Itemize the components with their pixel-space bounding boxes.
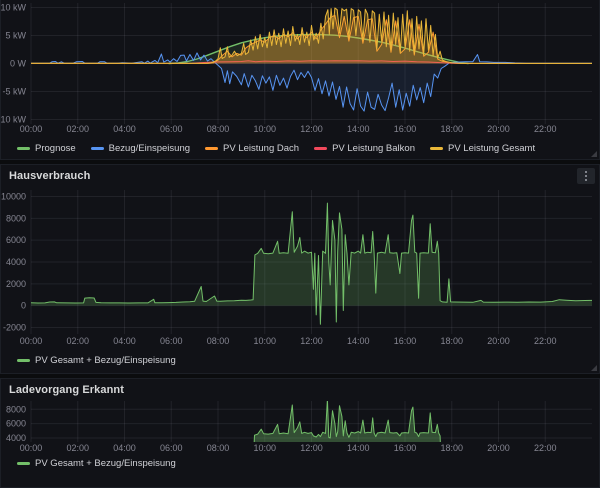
panel-title-ladevorgang[interactable]: Ladevorgang Erkannt <box>9 384 124 396</box>
y-axis-tick-label: 4000 <box>6 433 26 443</box>
y-axis-tick-label: 8000 <box>6 213 26 223</box>
legend-item-pv-gesamt-bezug[interactable]: PV Gesamt + Bezug/Einspeisung <box>17 458 176 469</box>
x-axis-tick-label: 18:00 <box>440 336 463 346</box>
legend-swatch-bezug-einspeisung <box>91 147 104 150</box>
x-axis-tick-label: 22:00 <box>534 336 557 346</box>
ladevorgang-chart[interactable]: 8000 6000 400000:00 02:00 04:00 06:00 08:00 10:… <box>1 399 600 455</box>
y-axis-tick-label: -5 kW <box>3 87 27 97</box>
panel-pv-leistung: 10 kW5 kW0 W-5 kW-10 kW00:0002:0004:0006… <box>0 0 600 160</box>
legend-label: PV Leistung Gesamt <box>448 143 535 154</box>
hausverbrauch-legend: PV Gesamt + Bezug/Einspeisung <box>17 353 176 367</box>
legend-label: PV Gesamt + Bezug/Einspeisung <box>35 355 176 366</box>
x-axis-tick-label: 20:00 <box>487 124 510 134</box>
x-axis-tick-label: 04:00 <box>113 336 136 346</box>
legend-swatch-pv-gesamt-bezug <box>17 359 30 362</box>
legend-label: PV Leistung Balkon <box>332 143 415 154</box>
y-axis-tick-label: 2000 <box>6 279 26 289</box>
x-axis-tick-label: 10:00 <box>253 336 276 346</box>
x-axis-tick-label: 16:00 <box>394 336 417 346</box>
x-axis-tick-label: 20:00 <box>487 336 510 346</box>
legend-swatch-pv-leistung-dach <box>205 147 218 150</box>
y-axis-tick-label: 8000 <box>6 404 26 414</box>
x-axis-tick-label: 20:00 <box>487 443 510 453</box>
x-axis-tick-label: 10:00 <box>253 443 276 453</box>
x-axis-tick-label: 14:00 <box>347 336 370 346</box>
legend-label: PV Leistung Dach <box>223 143 299 154</box>
x-axis-tick-label: 08:00 <box>207 336 230 346</box>
x-axis-tick-label: 12:00 <box>300 336 323 346</box>
x-axis-tick-label: 10:00 <box>253 124 276 134</box>
legend-item-pv-leistung-dach[interactable]: PV Leistung Dach <box>205 143 299 154</box>
panel-menu-icon[interactable] <box>577 168 595 184</box>
legend-swatch-pv-leistung-balkon <box>314 147 327 150</box>
x-axis-tick-label: 18:00 <box>440 124 463 134</box>
legend-item-pv-leistung-balkon[interactable]: PV Leistung Balkon <box>314 143 415 154</box>
y-axis-tick-label: 5 kW <box>5 30 26 40</box>
hausverbrauch-chart[interactable]: 10000 8000 6000 4000 2000 0 -2000 00:00 02:00 04:… <box>1 187 600 351</box>
legend-item-prognose[interactable]: Prognose <box>17 143 76 154</box>
x-axis-tick-label: 04:00 <box>113 124 136 134</box>
x-axis-tick-label: 22:00 <box>534 443 557 453</box>
legend-label: Prognose <box>35 143 76 154</box>
panel-header: Hausverbrauch <box>1 165 599 187</box>
x-axis-tick-label: 04:00 <box>113 443 136 453</box>
x-axis-tick-label: 02:00 <box>66 336 89 346</box>
x-axis-tick-label: 16:00 <box>394 443 417 453</box>
panel-resize-handle[interactable] <box>591 365 597 371</box>
pv-leistung-chart[interactable]: 10 kW5 kW0 W-5 kW-10 kW00:0002:0004:0006… <box>1 0 600 140</box>
x-axis-tick-label: 22:00 <box>534 124 557 134</box>
x-axis-tick-label: 08:00 <box>207 443 230 453</box>
x-axis-tick-label: 08:00 <box>207 124 230 134</box>
x-axis-tick-label: 06:00 <box>160 336 183 346</box>
y-axis-tick-label: 6000 <box>6 419 26 429</box>
legend-item-bezug-einspeisung[interactable]: Bezug/Einspeisung <box>91 143 190 154</box>
pv-leistung-legend: Prognose Bezug/Einspeisung PV Leistung Dac… <box>17 141 535 155</box>
x-axis-tick-label: 16:00 <box>394 124 417 134</box>
grafana-dashboard: { "theme":{ "page_bg":"#0b0c0e","panel_b… <box>0 0 600 462</box>
y-axis-tick-label: 4000 <box>6 257 26 267</box>
x-axis-tick-label: 00:00 <box>20 443 43 453</box>
x-axis-tick-label: 14:00 <box>347 443 370 453</box>
legend-swatch-pv-leistung-gesamt <box>430 147 443 150</box>
x-axis-tick-label: 12:00 <box>300 124 323 134</box>
y-axis-tick-label: 0 <box>21 301 26 311</box>
x-axis-tick-label: 00:00 <box>20 336 43 346</box>
y-axis-tick-label: 10000 <box>1 192 26 202</box>
panel-ladevorgang: Ladevorgang Erkannt 8000 6000 400000:00 02:… <box>0 378 600 488</box>
legend-label: PV Gesamt + Bezug/Einspeisung <box>35 458 176 469</box>
x-axis-tick-label: 06:00 <box>160 124 183 134</box>
legend-item-pv-leistung-gesamt[interactable]: PV Leistung Gesamt <box>430 143 535 154</box>
x-axis-tick-label: 00:00 <box>20 124 43 134</box>
x-axis-tick-label: 18:00 <box>440 443 463 453</box>
x-axis-tick-label: 06:00 <box>160 443 183 453</box>
x-axis-tick-label: 02:00 <box>66 124 89 134</box>
y-axis-tick-label: 10 kW <box>1 2 26 12</box>
y-axis-tick-label: 6000 <box>6 235 26 245</box>
legend-swatch-prognose <box>17 147 30 150</box>
legend-label: Bezug/Einspeisung <box>109 143 190 154</box>
y-axis-tick-label: -2000 <box>3 322 26 332</box>
panel-hausverbrauch: Hausverbrauch 10000 8000 6000 4000 2000 0 -200… <box>0 164 600 374</box>
y-axis-tick-label: 0 W <box>10 59 27 69</box>
panel-title-hausverbrauch[interactable]: Hausverbrauch <box>9 170 90 182</box>
panel-resize-handle[interactable] <box>591 151 597 157</box>
panel-header: Ladevorgang Erkannt <box>1 379 599 401</box>
x-axis-tick-label: 14:00 <box>347 124 370 134</box>
x-axis-tick-label: 12:00 <box>300 443 323 453</box>
x-axis-tick-label: 02:00 <box>66 443 89 453</box>
ladevorgang-legend: PV Gesamt + Bezug/Einspeisung <box>17 456 176 470</box>
legend-item-pv-gesamt-bezug[interactable]: PV Gesamt + Bezug/Einspeisung <box>17 355 176 366</box>
